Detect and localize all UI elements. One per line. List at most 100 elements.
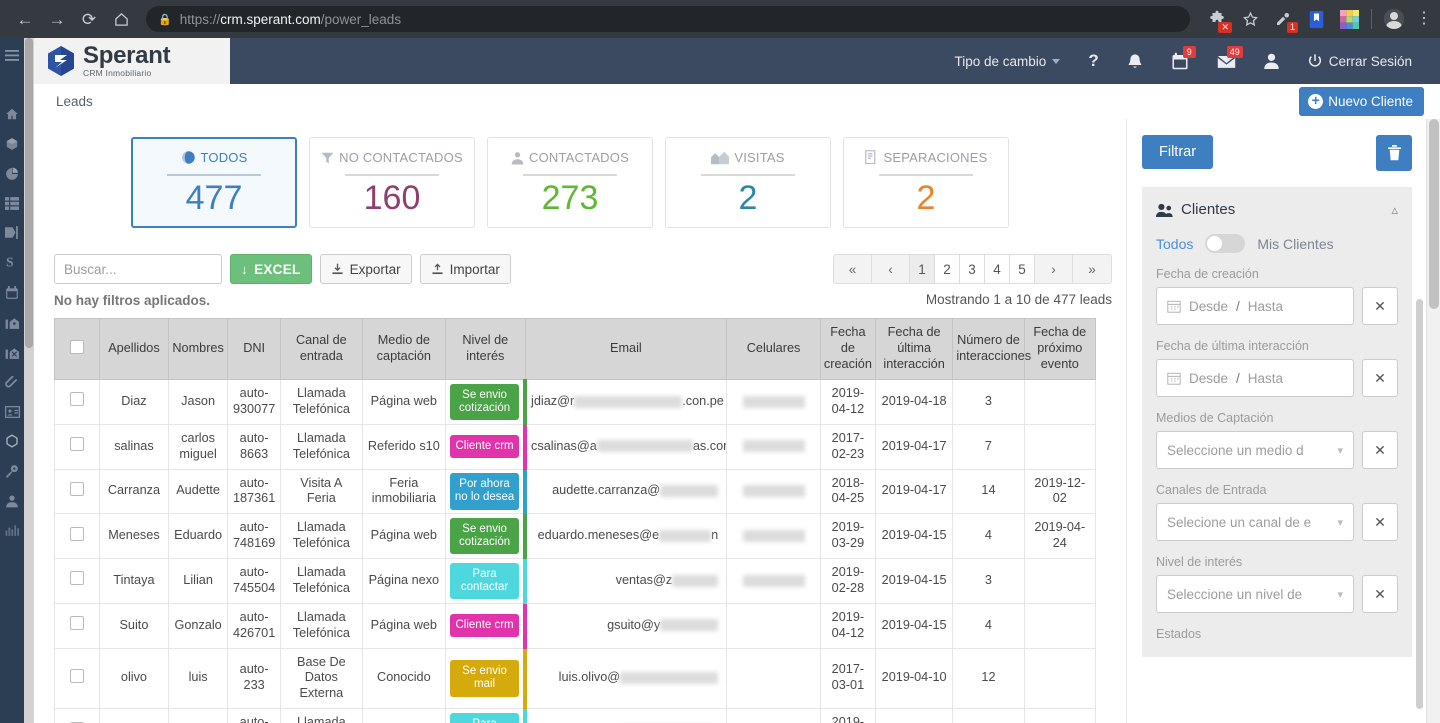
messages-button[interactable]: 49 bbox=[1203, 38, 1250, 84]
extension-color-grid-icon[interactable] bbox=[1338, 8, 1360, 30]
pagination-page-5[interactable]: 5 bbox=[1010, 255, 1035, 284]
pagination-page-1[interactable]: 1 bbox=[910, 255, 935, 284]
sidebar-item-leads[interactable] bbox=[4, 226, 20, 239]
checkbox[interactable] bbox=[69, 668, 84, 683]
sidebar-scrollbar[interactable] bbox=[24, 38, 34, 723]
sidebar-item-projects[interactable] bbox=[4, 137, 20, 151]
pagination-first[interactable]: « bbox=[834, 255, 872, 284]
select-all-checkbox[interactable] bbox=[54, 318, 100, 381]
sidebar-item-analytics[interactable] bbox=[4, 524, 20, 536]
brand-logo[interactable]: Sperant CRM Inmobiliario bbox=[34, 38, 230, 84]
pagination-page-4[interactable]: 4 bbox=[985, 255, 1010, 284]
table-row[interactable]: Tintaya Lilian auto-745504 Llamada Telefóni… bbox=[54, 558, 1097, 604]
search-input[interactable] bbox=[54, 254, 222, 285]
row-checkbox[interactable] bbox=[54, 423, 100, 470]
sidebar-item-home[interactable] bbox=[4, 107, 20, 121]
checkbox[interactable] bbox=[69, 392, 84, 407]
new-client-button[interactable]: + Nuevo Cliente bbox=[1299, 87, 1424, 116]
clear-field-button[interactable]: ✕ bbox=[1362, 431, 1398, 469]
sidebar-item-clients[interactable] bbox=[4, 316, 20, 330]
clear-field-button[interactable]: ✕ bbox=[1362, 575, 1398, 613]
notifications-button[interactable] bbox=[1113, 38, 1157, 84]
import-button[interactable]: Importar bbox=[419, 254, 511, 285]
chevron-up-icon[interactable]: ▵ bbox=[1391, 202, 1398, 218]
sidebar-item-construction[interactable] bbox=[4, 346, 20, 360]
table-row[interactable]: Carranza Audette auto-187361 Visita A Feria… bbox=[54, 468, 1097, 515]
address-bar[interactable]: 🔒 https://crm.sperant.com/power_leads bbox=[146, 6, 1190, 32]
sidebar-item-calendar[interactable] bbox=[4, 286, 20, 300]
pagination-next[interactable]: › bbox=[1035, 255, 1073, 284]
table-row[interactable]: Suito Gonzalo auto-426701 Llamada Telefónic… bbox=[54, 602, 1097, 649]
logout-button[interactable]: Cerrar Sesión bbox=[1293, 38, 1426, 84]
filter-group-header[interactable]: Clientes ▵ bbox=[1156, 201, 1398, 218]
pagination-page-2[interactable]: 2 bbox=[935, 255, 960, 284]
row-checkbox[interactable] bbox=[54, 513, 100, 560]
select-input[interactable]: Selecione un canal de e ▾ bbox=[1156, 503, 1354, 541]
export-button[interactable]: Exportar bbox=[319, 254, 412, 285]
help-button[interactable]: ? bbox=[1074, 38, 1112, 84]
extension-tool-icon[interactable]: 1 bbox=[1272, 8, 1298, 33]
select-input[interactable]: Seleccione un medio d ▾ bbox=[1156, 431, 1354, 469]
sidebar-item-attachments[interactable] bbox=[4, 376, 20, 390]
kebab-menu-icon[interactable]: ⋮ bbox=[1416, 11, 1432, 27]
sidebar-item-reports[interactable] bbox=[4, 167, 20, 181]
checkbox[interactable] bbox=[69, 526, 84, 541]
forward-arrow-icon[interactable]: → bbox=[42, 4, 72, 34]
checkbox[interactable] bbox=[69, 616, 84, 631]
extension-bookmark-icon[interactable] bbox=[1305, 8, 1327, 30]
tipo-de-cambio-dropdown[interactable]: Tipo de cambio bbox=[941, 38, 1075, 84]
stat-card-todos[interactable]: TODOS 477 bbox=[131, 137, 297, 229]
stat-card-visitas[interactable]: VISITAS 2 bbox=[665, 137, 831, 229]
page-scrollbar-thumb[interactable] bbox=[1429, 119, 1439, 309]
checkbox[interactable] bbox=[69, 339, 84, 354]
menu-icon[interactable] bbox=[4, 50, 20, 61]
filter-button[interactable]: Filtrar bbox=[1142, 135, 1214, 169]
row-checkbox[interactable] bbox=[54, 708, 100, 723]
stat-card-contactados[interactable]: CONTACTADOS 273 bbox=[487, 137, 653, 229]
table-row[interactable]: olivo luis auto-233 Base De Datos Externa Co… bbox=[54, 647, 1097, 710]
sidebar-item-permissions[interactable] bbox=[4, 464, 20, 478]
select-input[interactable]: Seleccione un nivel de ▾ bbox=[1156, 575, 1354, 613]
row-checkbox[interactable] bbox=[54, 379, 100, 425]
scope-switch[interactable] bbox=[1205, 234, 1246, 253]
profile-button[interactable] bbox=[1250, 38, 1293, 84]
row-checkbox[interactable] bbox=[54, 647, 100, 710]
checkbox[interactable] bbox=[69, 571, 84, 586]
avatar[interactable] bbox=[1383, 8, 1405, 30]
page-scrollbar[interactable] bbox=[1426, 119, 1440, 723]
clear-field-button[interactable]: ✕ bbox=[1362, 359, 1398, 397]
checkbox[interactable] bbox=[69, 481, 84, 496]
bookmark-star-icon[interactable] bbox=[1239, 8, 1261, 30]
table-row[interactable]: Meneses Eduardo auto-748169 Llamada Telefón… bbox=[54, 513, 1097, 560]
clientes-scope-toggle[interactable]: Todos Mis Clientes bbox=[1156, 234, 1398, 253]
sidebar-item-tables[interactable] bbox=[4, 197, 20, 210]
extension-puzzle-icon[interactable]: ✕ bbox=[1206, 8, 1232, 33]
reload-icon[interactable]: ⟳ bbox=[74, 4, 104, 34]
stat-card-separaciones[interactable]: SEPARACIONES 2 bbox=[843, 137, 1009, 229]
sidebar-item-users[interactable] bbox=[4, 494, 20, 508]
clear-filters-button[interactable] bbox=[1376, 135, 1412, 171]
daterange-input[interactable]: Desde / Hasta bbox=[1156, 359, 1354, 397]
table-row[interactable]: salinas carlos miguel auto-8663 Llamada Tel… bbox=[54, 423, 1097, 470]
checkbox[interactable] bbox=[69, 437, 84, 452]
row-checkbox[interactable] bbox=[54, 558, 100, 604]
excel-button[interactable]: ↓ EXCEL bbox=[230, 254, 312, 285]
sidebar-item-sales[interactable]: S bbox=[4, 255, 20, 270]
sidebar-item-contacts[interactable] bbox=[4, 406, 20, 418]
clear-field-button[interactable]: ✕ bbox=[1362, 503, 1398, 541]
row-checkbox[interactable] bbox=[54, 468, 100, 515]
daterange-input[interactable]: Desde / Hasta bbox=[1156, 287, 1354, 325]
back-arrow-icon[interactable]: ← bbox=[10, 4, 40, 34]
sidebar-item-settings[interactable] bbox=[4, 434, 20, 448]
filter-panel-scrollbar[interactable] bbox=[1416, 299, 1423, 709]
pagination-prev[interactable]: ‹ bbox=[872, 255, 910, 284]
calendar-button[interactable]: 9 bbox=[1157, 38, 1203, 84]
table-row[interactable]: Diaz Jason auto-930077 Llamada Telefónica Pá… bbox=[54, 379, 1097, 425]
home-icon[interactable] bbox=[106, 4, 136, 34]
row-checkbox[interactable] bbox=[54, 602, 100, 649]
pagination-page-3[interactable]: 3 bbox=[960, 255, 985, 284]
clear-field-button[interactable]: ✕ bbox=[1362, 287, 1398, 325]
pagination-last[interactable]: » bbox=[1073, 255, 1111, 284]
stat-card-no-contactados[interactable]: NO CONTACTADOS 160 bbox=[309, 137, 475, 229]
table-row[interactable]: ConstructoraEKSauto-159798Llamada Telefó… bbox=[54, 708, 1097, 723]
